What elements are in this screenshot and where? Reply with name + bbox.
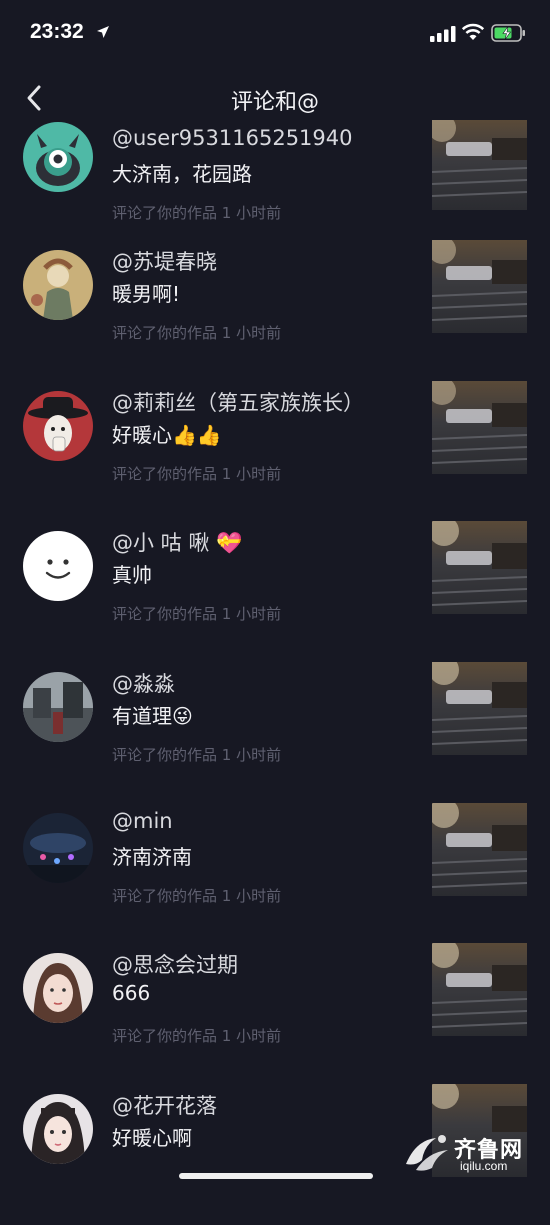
user-avatar[interactable] <box>23 531 93 602</box>
comment-row[interactable]: @淼淼 有道理😜 评论了你的作品 1 小时前 <box>0 662 550 803</box>
street-photo-thumbnail <box>432 662 527 756</box>
comment-username[interactable]: @思念会过期 <box>112 949 238 979</box>
comment-text: 真帅 <box>112 563 152 588</box>
comment-text: 666 <box>112 981 151 1006</box>
woman-avatar-icon <box>23 953 93 1024</box>
comment-meta: 评论了你的作品 1 小时前 <box>112 605 282 624</box>
wifi-icon <box>461 23 485 40</box>
comment-list: @user9531165251940 大济南，花园路 评论了你的作品 1 小时前 <box>0 120 550 1225</box>
comment-username[interactable]: @花开花落 <box>112 1090 217 1120</box>
video-thumbnail[interactable] <box>432 380 527 474</box>
street-photo-thumbnail <box>432 802 527 896</box>
comment-row[interactable]: @user9531165251940 大济南，花园路 评论了你的作品 1 小时前 <box>0 120 550 240</box>
street-photo-thumbnail <box>432 943 527 1037</box>
iqilu-watermark: 齐鲁网 iqilu.com <box>402 1130 532 1176</box>
video-thumbnail[interactable] <box>432 240 527 333</box>
battery-charging-icon <box>491 24 525 42</box>
comment-meta: 评论了你的作品 1 小时前 <box>112 204 282 222</box>
green-monster-avatar-icon <box>23 122 93 192</box>
comment-meta: 评论了你的作品 1 小时前 <box>112 746 282 765</box>
winking-face-emoji: 😜 <box>172 704 193 729</box>
heart-gift-emoji: 💝 <box>216 531 243 556</box>
user-avatar[interactable] <box>23 1094 93 1165</box>
photo-avatar-icon <box>23 672 93 743</box>
comment-text-body: 好暖心 <box>112 422 172 447</box>
user-avatar[interactable] <box>23 953 93 1024</box>
street-photo-thumbnail <box>432 120 527 210</box>
comment-username[interactable]: @min <box>112 809 173 833</box>
comment-meta: 评论了你的作品 1 小时前 <box>112 324 282 342</box>
video-thumbnail[interactable] <box>432 120 527 210</box>
status-time: 23:32 <box>30 20 84 43</box>
smiley-avatar-icon <box>23 531 93 602</box>
comment-row[interactable]: @苏堤春晓 暖男啊! 评论了你的作品 1 小时前 <box>0 240 550 381</box>
comment-row[interactable]: @min 济南济南 评论了你的作品 1 小时前 <box>0 802 550 944</box>
night-city-avatar-icon <box>23 812 93 883</box>
comment-text: 大济南，花园路 <box>112 162 252 186</box>
red-hat-avatar-icon <box>23 390 93 461</box>
video-thumbnail[interactable] <box>432 662 527 756</box>
video-thumbnail[interactable] <box>432 802 527 896</box>
street-photo-thumbnail <box>432 521 527 615</box>
comment-meta: 评论了你的作品 1 小时前 <box>112 1027 282 1046</box>
girl-avatar-icon <box>23 1094 93 1165</box>
video-thumbnail[interactable] <box>432 521 527 615</box>
status-bar: 23:32 <box>0 0 550 64</box>
comment-username[interactable]: @小 咕 啾 💝 <box>112 527 242 557</box>
comment-row[interactable]: @思念会过期 666 评论了你的作品 1 小时前 <box>0 943 550 1084</box>
user-avatar[interactable] <box>23 250 93 320</box>
user-avatar[interactable] <box>23 122 93 192</box>
location-arrow-icon <box>97 26 109 38</box>
comment-text: 好暖心啊 <box>112 1126 192 1151</box>
comment-row[interactable]: @小 咕 啾 💝 真帅 评论了你的作品 1 小时前 <box>0 521 550 662</box>
home-indicator[interactable] <box>179 1173 373 1179</box>
user-avatar[interactable] <box>23 390 93 461</box>
street-photo-thumbnail <box>432 240 527 333</box>
comment-text: 济南济南 <box>112 844 192 869</box>
user-avatar[interactable] <box>23 812 93 883</box>
video-thumbnail[interactable] <box>432 943 527 1037</box>
comment-text: 好暖心👍👍 <box>112 419 222 448</box>
street-photo-thumbnail <box>432 380 527 474</box>
comment-text: 暖男啊! <box>112 282 181 306</box>
cellular-signal-icon <box>430 26 456 42</box>
comment-text: 有道理😜 <box>112 700 193 729</box>
comment-username[interactable]: @苏堤春晓 <box>112 246 217 276</box>
thumbs-up-emoji: 👍👍 <box>172 422 222 447</box>
comment-username[interactable]: @user9531165251940 <box>112 126 353 150</box>
comment-text-body: 有道理 <box>112 704 172 729</box>
comment-meta: 评论了你的作品 1 小时前 <box>112 464 282 483</box>
comment-row[interactable]: @莉莉丝（第五家族族长） 好暖心👍👍 评论了你的作品 1 小时前 <box>0 380 550 522</box>
comment-meta: 评论了你的作品 1 小时前 <box>112 886 282 905</box>
page-title: 评论和@ <box>230 90 319 115</box>
watermark-domain: iqilu.com <box>460 1159 508 1173</box>
painting-avatar-icon <box>23 250 93 320</box>
comment-username[interactable]: @淼淼 <box>112 668 175 698</box>
comment-username-text: @小 咕 啾 <box>112 531 210 556</box>
wave-logo-icon <box>406 1135 448 1171</box>
user-avatar[interactable] <box>23 672 93 743</box>
comment-username[interactable]: @莉莉丝（第五家族族长） <box>112 387 364 417</box>
